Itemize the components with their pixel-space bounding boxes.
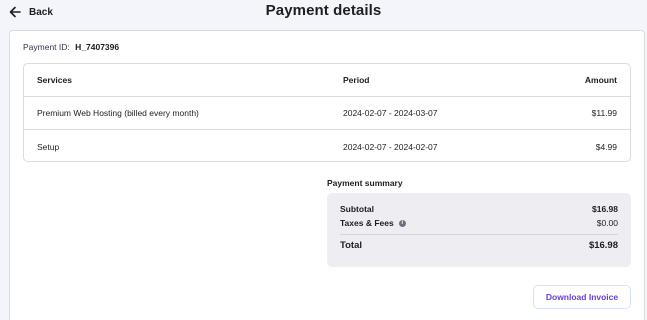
taxes-value: $0.00: [596, 218, 618, 228]
payment-id-value: H_7407396: [75, 42, 120, 52]
info-icon[interactable]: i: [398, 219, 406, 227]
column-header-amount: Amount: [584, 75, 617, 85]
service-amount: $4.99: [595, 141, 617, 152]
total-label: Total: [340, 240, 362, 251]
taxes-label-group: Taxes & Fees i: [340, 218, 406, 228]
service-name: Setup: [37, 141, 60, 152]
subtotal-value: $16.98: [592, 204, 618, 214]
service-period: 2024-02-07 - 2024-03-07: [343, 108, 438, 118]
table-row: Setup 2024-02-07 - 2024-02-07 $4.99: [24, 130, 630, 161]
page-title: Payment details: [265, 2, 382, 19]
summary-divider: [340, 234, 618, 235]
subtotal-label: Subtotal: [340, 204, 374, 214]
top-bar: Back Payment details: [0, 0, 647, 26]
table-row: Premium Web Hosting (billed every month)…: [24, 97, 630, 130]
service-amount: $11.99: [591, 108, 617, 118]
download-invoice-button[interactable]: Download Invoice: [533, 285, 631, 309]
column-header-period: Period: [343, 75, 370, 85]
taxes-label: Taxes & Fees: [340, 218, 394, 228]
service-name: Premium Web Hosting (billed every month): [37, 108, 199, 118]
total-value: $16.98: [588, 240, 618, 251]
payment-details-card: Payment ID: H_7407396 Services Period Am…: [9, 30, 645, 320]
payment-summary-title: Payment summary: [327, 178, 403, 188]
payment-summary-box: Subtotal $16.98 Taxes & Fees i $0.00 Tot…: [327, 193, 631, 267]
payment-id-label: Payment ID:: [23, 42, 70, 52]
services-table: Services Period Amount Premium Web Hosti…: [23, 63, 631, 162]
service-period: 2024-02-07 - 2024-02-07: [343, 141, 438, 152]
table-header: Services Period Amount: [24, 64, 630, 97]
payment-id: Payment ID: H_7407396: [23, 42, 119, 52]
column-header-services: Services: [37, 75, 72, 85]
